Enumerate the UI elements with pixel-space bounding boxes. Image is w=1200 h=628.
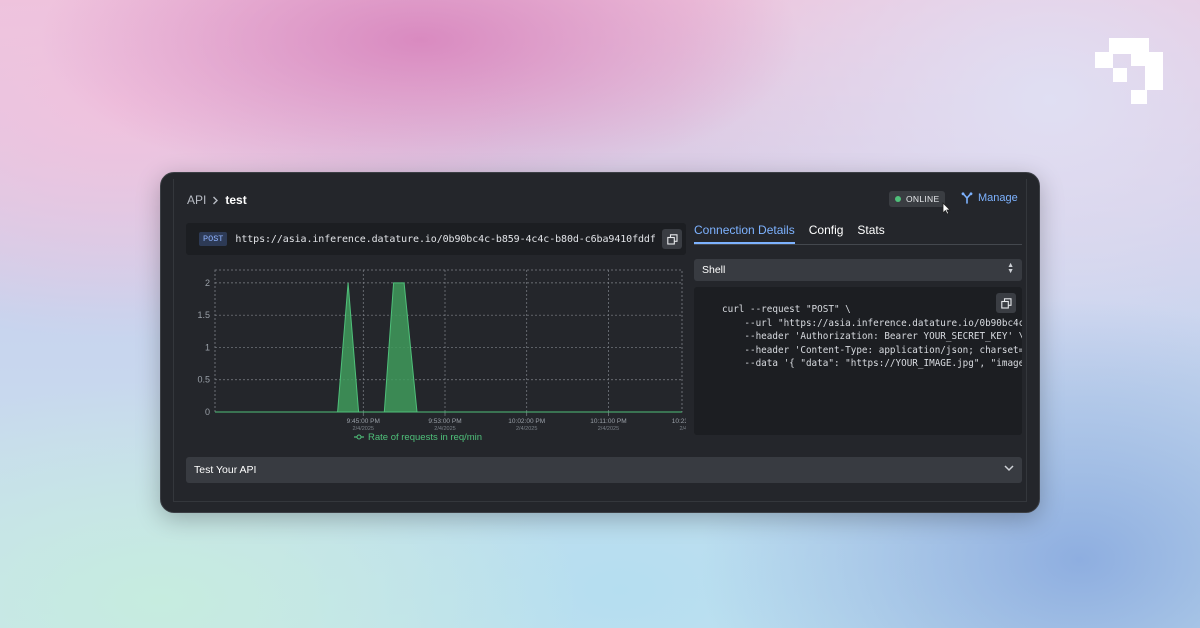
chart-y-tick-label: 0	[205, 407, 210, 417]
chart-legend-label: Rate of requests in req/min	[368, 432, 482, 443]
fork-icon	[961, 192, 973, 204]
copy-icon	[666, 233, 678, 245]
copy-url-button[interactable]	[662, 229, 682, 249]
test-your-api-label: Test Your API	[194, 464, 257, 476]
chevron-down-icon	[1004, 465, 1014, 472]
select-arrows-icon: ▲ ▼	[1007, 262, 1014, 275]
chart-x-tick-time: 10:11:00 PM	[590, 418, 626, 425]
tab-connection-details[interactable]: Connection Details	[694, 223, 795, 244]
status-badge: ONLINE	[889, 191, 946, 207]
status-dot-icon	[895, 196, 901, 202]
code-text: curl --request "POST" \ --url "https://a…	[722, 303, 1022, 371]
language-select-value: Shell	[702, 264, 726, 276]
chart-x-tick-time: 9:53:00 PM	[428, 418, 461, 425]
method-badge: POST	[199, 232, 228, 246]
datature-logo	[1095, 38, 1163, 104]
chart-x-tick-date: 2/4/2025	[679, 426, 686, 432]
chart-y-tick-label: 0.5	[197, 375, 210, 385]
language-select[interactable]: Shell ▲ ▼	[694, 259, 1022, 281]
mouse-cursor-icon	[942, 202, 951, 215]
chart-x-tick-time: 9:45:00 PM	[347, 418, 380, 425]
chart-y-tick-label: 1	[205, 342, 210, 352]
endpoint-bar: POST https://asia.inference.datature.io/…	[186, 223, 686, 255]
code-line: --url "https://asia.inference.datature.i…	[744, 317, 1022, 329]
code-line: --data '{ "data": "https://YOUR_IMAGE.jp…	[744, 358, 1022, 370]
api-panel: API test ONLINE Manage POST https://asia…	[160, 172, 1040, 513]
chart-x-tick-date: 2/4/2025	[598, 426, 619, 432]
status-label: ONLINE	[906, 194, 940, 204]
details-tabs: Connection Details Config Stats	[694, 223, 1022, 245]
manage-label: Manage	[978, 192, 1018, 204]
code-line: --header 'Content-Type: application/json…	[744, 344, 1022, 356]
tab-stats[interactable]: Stats	[857, 223, 884, 244]
copy-code-button[interactable]	[996, 293, 1016, 313]
endpoint-url[interactable]: https://asia.inference.datature.io/0b90b…	[235, 234, 655, 245]
copy-icon	[1000, 297, 1012, 309]
chart-legend-marker-icon	[356, 434, 362, 440]
chart-x-tick-time: 10:23:00 PM	[672, 418, 686, 425]
chart-x-tick-date: 2/4/2025	[516, 426, 537, 432]
chevron-right-icon	[213, 196, 219, 204]
code-line: curl --request "POST" \	[722, 304, 851, 315]
chart-y-tick-label: 2	[205, 278, 210, 288]
code-line: --header 'Authorization: Bearer YOUR_SEC…	[722, 331, 1022, 343]
tab-config[interactable]: Config	[809, 223, 844, 244]
chart-x-tick-time: 10:02:00 PM	[508, 418, 545, 425]
breadcrumb: API test	[187, 193, 247, 207]
breadcrumb-root[interactable]: API	[187, 193, 206, 207]
chart-plot-frame	[214, 269, 683, 413]
chart-y-tick-label: 1.5	[197, 310, 210, 320]
requests-chart: 0 0.5 1 1.5 2 9:45:00 PM 2/4/2025 9:53:00 PM 2/4…	[197, 269, 686, 443]
breadcrumb-current: test	[225, 193, 247, 207]
manage-button[interactable]: Manage	[961, 192, 1018, 204]
code-snippet: curl --request "POST" \ --url "https://a…	[694, 287, 1022, 435]
test-your-api-accordion[interactable]: Test Your API	[186, 457, 1022, 483]
